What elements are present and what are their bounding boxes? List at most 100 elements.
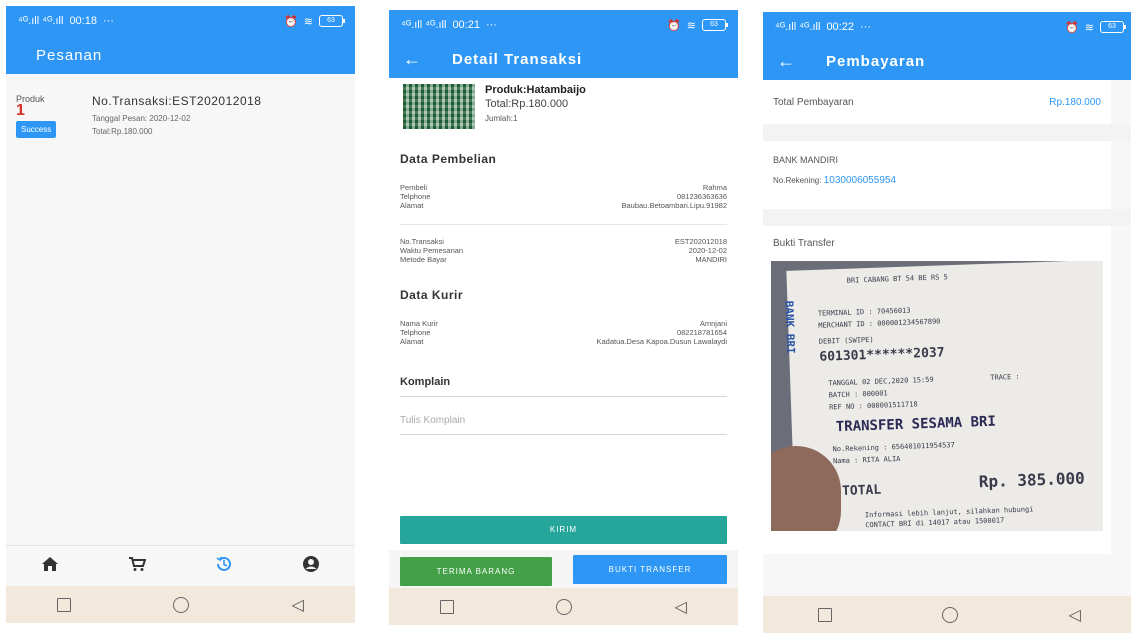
status-bar: ⁴ᴳ.ıll ⁴ᴳ.ıll 00:21 ··· ⏰ ≋ 63 [389,10,738,40]
product-summary: Produk:Hatambaijo Total:Rp.180.000 Jumla… [389,78,738,129]
label: Nama Kurir [400,319,438,328]
receipt-line: TANGGAL 02 DEC,2020 15:59 [828,375,934,388]
label: No.Transaksi [400,237,444,246]
bukti-transfer-button[interactable]: BUKTI TRANSFER [573,555,727,584]
page-title: Detail Transaksi [452,50,583,68]
clock: 00:21 [452,19,480,31]
receipt-line: No.Rekening : 656401011954537 [832,441,955,454]
label: Telphone [400,328,431,337]
total-row: Total Pembayaran Rp.180.000 [763,80,1111,124]
signal-icon: ⁴ᴳ.ıll ⁴ᴳ.ıll [401,19,447,31]
rekening-value: 1030006055954 [823,175,897,186]
system-navigation: ◁ [389,588,738,625]
wifi-icon: ≋ [303,15,313,28]
system-navigation: ◁ [763,596,1131,633]
order-total: Total:Rp.180.000 [92,127,153,136]
status-badge: Success [16,121,57,138]
account-icon[interactable] [296,555,326,578]
receipt-card-number: 601301******2037 [819,345,945,365]
status-bar: ⁴ᴳ.ıll ⁴ᴳ.ıll 00:22 ··· ⏰ ≋ 63 [763,12,1131,42]
order-date: Tanggal Pesan: 2020-12-02 [92,114,191,123]
back-button[interactable]: ◁ [1069,605,1081,625]
product-count: 1 [16,102,25,119]
bank-name: BANK MANDIRI [773,155,839,165]
label: Metode Bayar [400,255,447,264]
row-nama-kurir: Nama Kurir Amnjani [389,319,738,328]
label: Waktu Pemesanan [400,246,464,255]
terima-barang-button[interactable]: TERIMA BARANG [400,557,552,586]
product-total: Total:Rp.180.000 [485,98,569,110]
bukti-title: Bukti Transfer [773,238,835,249]
total-value: Rp.180.000 [1049,96,1101,108]
produk-label: Produk [16,94,45,104]
phone-detail-transaksi: ⁴ᴳ.ıll ⁴ᴳ.ıll 00:21 ··· ⏰ ≋ 63 ← Detail … [389,10,738,635]
back-button[interactable]: ◁ [675,597,687,617]
value: 082218781654 [676,328,727,337]
row-telphone: Telphone 081236363636 [389,192,738,201]
transfer-receipt-image: BRI CABANG BT 54 BE RS 5 TERMINAL ID : 7… [771,261,1103,531]
row-alamat: Alamat Baubau.Betoambari.Lipu.91982 [389,201,738,210]
value: Amnjani [699,319,727,328]
phone-pembayaran: ⁴ᴳ.ıll ⁴ᴳ.ıll 00:22 ··· ⏰ ≋ 63 ← Pembaya… [763,12,1131,633]
page-title: Pembayaran [826,52,926,70]
back-arrow-icon[interactable]: ← [403,49,422,70]
back-button[interactable]: ◁ [292,595,304,615]
app-bar: ← Pembayaran [763,42,1131,80]
bukti-section: Bukti Transfer BRI CABANG BT 54 BE RS 5 … [763,226,1111,554]
page-title: Pesanan [36,46,103,64]
row-no-transaksi: No.Transaksi EST202012018 [389,237,738,246]
row-waktu: Waktu Pemesanan 2020-12-02 [389,246,738,255]
receipt-line: MERCHANT ID : 000001234567890 [818,317,941,330]
receipt-line: BRI CABANG BT 54 BE RS 5 [846,273,948,285]
receipt-bank-logo: BANK BRI [782,300,798,354]
recents-button[interactable] [57,597,72,612]
app-bar: Pesanan [6,36,355,74]
alarm-icon: ⏰ [667,19,681,32]
section-title-kurir: Data Kurir [400,288,464,302]
clock: 00:18 [69,15,97,27]
value: 081236363636 [676,192,727,201]
kirim-button[interactable]: KIRIM [400,516,727,544]
cart-icon[interactable] [122,556,152,577]
history-icon[interactable] [209,555,239,578]
battery-icon: 63 [1100,21,1126,33]
battery-icon: 63 [702,19,728,31]
product-name: Produk:Hatambaijo [485,84,586,96]
recents-button[interactable] [440,599,455,614]
receipt-total-label: TOTAL [841,482,882,500]
label: Telphone [400,192,431,201]
home-button[interactable] [556,598,573,615]
bottom-navigation [6,545,355,586]
back-arrow-icon[interactable]: ← [777,51,796,72]
battery-icon: 63 [319,15,345,27]
row-alamat-kurir: Alamat Kadatua.Desa Kapoa.Dusun Lawalaydi [389,337,738,346]
recents-button[interactable] [818,607,833,622]
receipt-line: TERMINAL ID : 70456013 [817,306,911,318]
home-button[interactable] [173,596,190,613]
section-title-pembelian: Data Pembelian [400,152,497,166]
transaction-number: No.Transaksi:EST202012018 [92,94,262,108]
row-metode: Metode Bayar MANDIRI [389,255,738,264]
alarm-icon: ⏰ [1065,21,1079,34]
row-telphone-kurir: Telphone 082218781654 [389,328,738,337]
value: EST202012018 [674,237,727,246]
product-image [403,84,475,129]
home-button[interactable] [942,606,959,623]
label: Alamat [400,337,424,346]
app-bar: ← Detail Transaksi [389,40,738,78]
komplain-title: Komplain [400,376,727,397]
rekening-row: No.Rekening: 1030006055954 [773,175,1101,186]
system-navigation: ◁ [6,586,355,623]
wifi-icon: ≋ [1084,21,1094,34]
home-icon[interactable] [35,556,65,577]
order-item[interactable]: Produk 1 Success No.Transaksi:EST2020120… [6,74,355,158]
signal-icon: ⁴ᴳ.ıll ⁴ᴳ.ıll [18,15,64,27]
phone-pesanan: ⁴ᴳ.ıll ⁴ᴳ.ıll 00:18 ··· ⏰ ≋ 63 Pesanan P… [6,6,355,623]
rekening-label: No.Rekening: [773,176,822,185]
value: Baubau.Betoambari.Lipu.91982 [621,201,728,210]
receipt-line: DEBIT (SWIPE) [818,335,874,346]
komplain-input[interactable]: Tulis Komplain [400,415,727,435]
notification-dots: ··· [485,19,497,31]
value: Rahma [702,183,727,192]
receipt-line: Informasi lebih lanjut, silahkan hubungi [864,505,1034,520]
